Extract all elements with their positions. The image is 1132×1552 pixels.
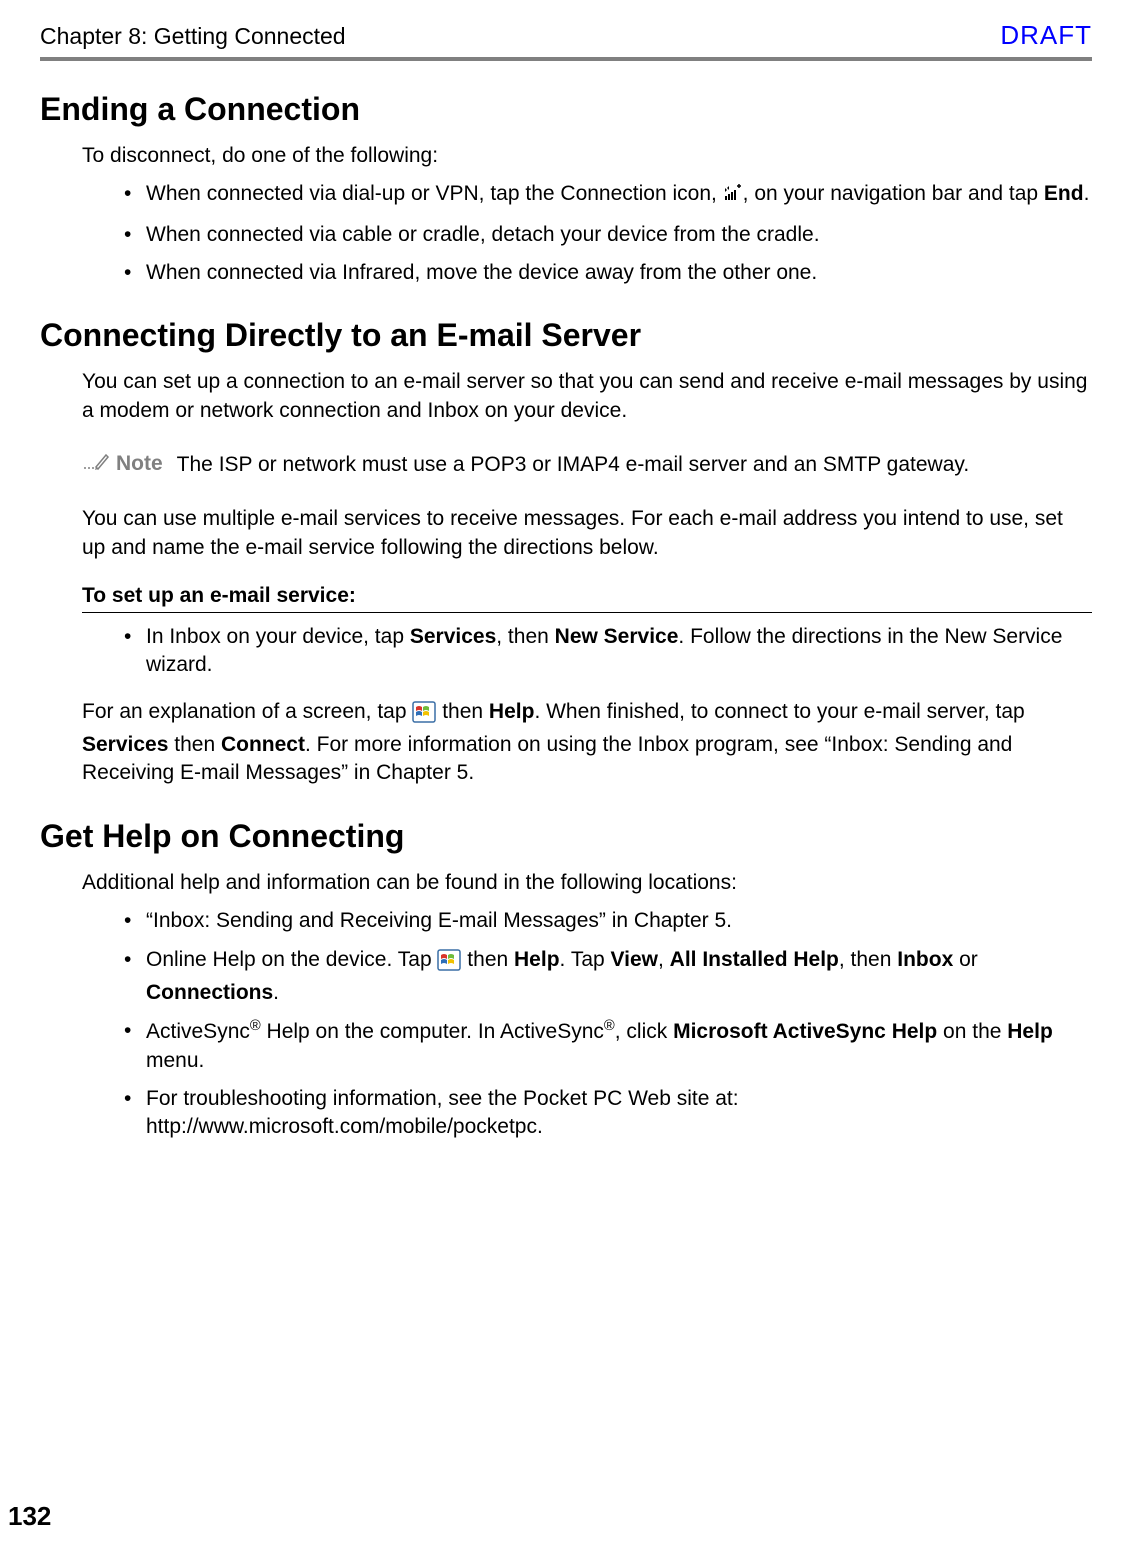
text: , then xyxy=(496,625,554,648)
text: menu. xyxy=(146,1049,204,1072)
bold-new-service: New Service xyxy=(555,625,679,648)
list-item: “Inbox: Sending and Receiving E-mail Mes… xyxy=(124,907,1092,935)
subhead-setup-email: To set up an e-mail service: xyxy=(82,584,1092,608)
header-divider xyxy=(40,57,1092,61)
bold-connections: Connections xyxy=(146,981,273,1004)
section2-p3: For an explanation of a screen, tap then… xyxy=(82,698,1092,788)
text: . When finished, to connect to your e-ma… xyxy=(534,700,1024,723)
bold-view: View xyxy=(611,948,658,971)
text: , xyxy=(658,948,670,971)
section3-body: Additional help and information can be f… xyxy=(82,869,1092,1142)
list-item: For troubleshooting information, see the… xyxy=(124,1085,1092,1142)
header-row: Chapter 8: Getting Connected DRAFT xyxy=(40,20,1092,51)
bold-services2: Services xyxy=(82,733,168,756)
section1-bullets: When connected via dial-up or VPN, tap t… xyxy=(124,180,1092,287)
bold-help2: Help xyxy=(514,948,560,971)
text: . Tap xyxy=(560,948,611,971)
heading-ending-connection: Ending a Connection xyxy=(40,91,1092,128)
bold-inbox: Inbox xyxy=(897,948,953,971)
registered-mark: ® xyxy=(604,1018,615,1034)
text: When connected via dial-up or VPN, tap t… xyxy=(146,182,723,205)
text: then xyxy=(168,733,221,756)
page-number: 132 xyxy=(8,1501,51,1532)
list-item: When connected via cable or cradle, deta… xyxy=(124,221,1092,249)
note-block: Note The ISP or network must use a POP3 … xyxy=(82,451,1092,479)
heading-get-help: Get Help on Connecting xyxy=(40,818,1092,855)
note-label-text: Note xyxy=(116,452,163,476)
list-item: When connected via Infrared, move the de… xyxy=(124,259,1092,287)
section2-p2: You can use multiple e-mail services to … xyxy=(82,505,1092,562)
registered-mark: ® xyxy=(250,1018,261,1034)
heading-email-server: Connecting Directly to an E-mail Server xyxy=(40,317,1092,354)
text: on the xyxy=(937,1020,1007,1043)
bold-connect: Connect xyxy=(221,733,305,756)
text: then xyxy=(461,948,514,971)
pencil-icon xyxy=(82,451,110,477)
bold-all-installed-help: All Installed Help xyxy=(670,948,839,971)
bold-help: Help xyxy=(489,700,535,723)
text: or xyxy=(953,948,978,971)
list-item: ActiveSync® Help on the computer. In Act… xyxy=(124,1017,1092,1075)
text: . xyxy=(1084,182,1090,205)
note-text: The ISP or network must use a POP3 or IM… xyxy=(177,451,970,479)
text: . xyxy=(273,981,279,1004)
section1-body: To disconnect, do one of the following: … xyxy=(82,142,1092,287)
bold-end: End xyxy=(1044,182,1084,205)
list-item: When connected via dial-up or VPN, tap t… xyxy=(124,180,1092,210)
windows-flag-icon xyxy=(412,701,436,731)
section3-intro: Additional help and information can be f… xyxy=(82,869,1092,897)
chapter-title: Chapter 8: Getting Connected xyxy=(40,23,346,50)
bold-ms-activesync-help: Microsoft ActiveSync Help xyxy=(673,1020,937,1043)
text: In Inbox on your device, tap xyxy=(146,625,410,648)
bold-services: Services xyxy=(410,625,496,648)
text: then xyxy=(436,700,489,723)
section1-intro: To disconnect, do one of the following: xyxy=(82,142,1092,170)
list-item: Online Help on the device. Tap then Help… xyxy=(124,946,1092,1008)
section3-bullets: “Inbox: Sending and Receiving E-mail Mes… xyxy=(124,907,1092,1141)
list-item: In Inbox on your device, tap Services, t… xyxy=(124,623,1092,680)
text: Help on the computer. In ActiveSync xyxy=(261,1020,604,1043)
connection-icon xyxy=(723,182,743,210)
text: , then xyxy=(839,948,897,971)
text: , click xyxy=(615,1020,673,1043)
subhead-divider xyxy=(82,612,1092,613)
text: ActiveSync xyxy=(146,1020,250,1043)
windows-flag-icon xyxy=(437,949,461,979)
section2-bullets: In Inbox on your device, tap Services, t… xyxy=(124,623,1092,680)
bold-help-menu: Help xyxy=(1007,1020,1053,1043)
note-label: Note xyxy=(82,451,163,477)
draft-stamp: DRAFT xyxy=(1000,20,1092,51)
section2-body: You can set up a connection to an e-mail… xyxy=(82,368,1092,787)
section2-p1: You can set up a connection to an e-mail… xyxy=(82,368,1092,425)
page: Chapter 8: Getting Connected DRAFT Endin… xyxy=(0,0,1132,1552)
text: , on your navigation bar and tap xyxy=(743,182,1044,205)
text: For an explanation of a screen, tap xyxy=(82,700,412,723)
text: Online Help on the device. Tap xyxy=(146,948,437,971)
